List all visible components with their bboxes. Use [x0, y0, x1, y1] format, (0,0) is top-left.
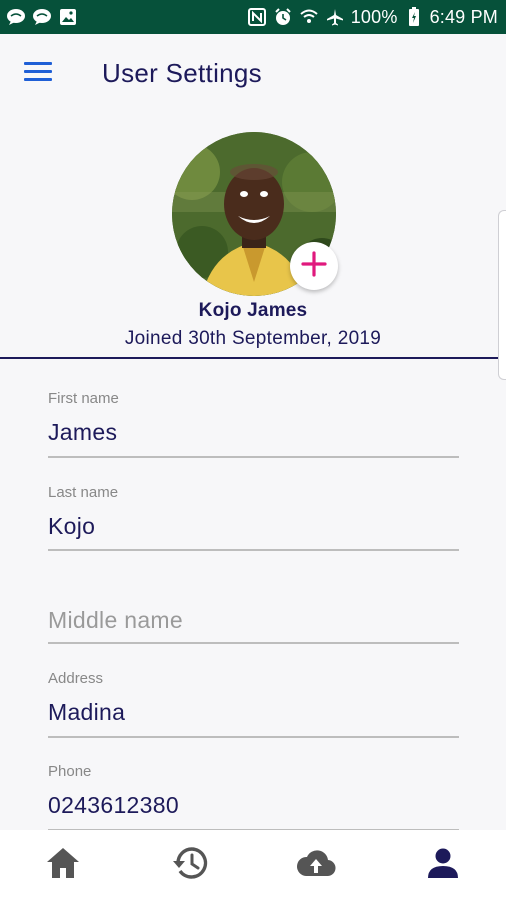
first-name-underline: [48, 456, 459, 458]
joined-date: Joined 30th September, 2019: [124, 328, 382, 349]
clock: 6:49 PM: [429, 6, 498, 27]
airplane-icon: [325, 7, 345, 27]
nav-upload[interactable]: [286, 835, 346, 895]
address-underline: [48, 736, 459, 738]
nav-home[interactable]: [33, 835, 93, 895]
battery-percent: 100%: [350, 6, 398, 27]
person-icon: [427, 847, 459, 884]
cloud-upload-icon: [296, 848, 336, 883]
bottom-navigation: [0, 830, 506, 900]
battery-icon: [404, 7, 424, 27]
last-name-label: Last name: [48, 484, 119, 501]
address-label: Address: [48, 670, 104, 687]
first-name-label: First name: [48, 390, 119, 407]
menu-icon[interactable]: [24, 62, 54, 86]
app-bar: User Settings: [0, 34, 506, 114]
plus-icon: [301, 250, 327, 282]
status-bar-right: 100% 6:49 PM: [247, 7, 498, 28]
image-icon: [58, 7, 78, 27]
page-title: User Settings: [102, 58, 262, 88]
middle-name-underline: [48, 642, 459, 644]
status-bar: 100% 6:49 PM: [0, 0, 506, 34]
scroll-indicator[interactable]: [498, 210, 506, 380]
middle-name-input[interactable]: Middle name: [48, 607, 459, 634]
add-photo-button[interactable]: [290, 242, 338, 290]
chat-icon: [6, 7, 26, 27]
last-name-field[interactable]: Last name Kojo: [48, 484, 459, 551]
address-input[interactable]: Madina: [48, 699, 459, 726]
alarm-icon: [273, 7, 293, 27]
status-bar-left: [6, 7, 78, 27]
history-icon: [171, 846, 209, 885]
nav-profile[interactable]: [413, 835, 473, 895]
first-name-input[interactable]: James: [48, 419, 459, 446]
phone-field[interactable]: Phone 0243612380: [48, 763, 459, 831]
last-name-input[interactable]: Kojo: [48, 513, 459, 540]
chat-icon: [32, 7, 52, 27]
address-field[interactable]: Address Madina: [48, 670, 459, 738]
profile-name: Kojo James: [198, 300, 308, 321]
home-icon: [45, 846, 81, 885]
section-divider: [0, 357, 506, 359]
first-name-field[interactable]: First name James: [48, 390, 459, 458]
wifi-icon: [299, 7, 319, 27]
nfc-icon: [247, 7, 267, 27]
last-name-underline: [48, 549, 459, 551]
phone-input[interactable]: 0243612380: [48, 792, 459, 819]
middle-name-field[interactable]: Middle name: [48, 607, 459, 644]
nav-history[interactable]: [160, 835, 220, 895]
phone-label: Phone: [48, 763, 92, 780]
profile-header: Kojo James Joined 30th September, 2019: [0, 114, 506, 360]
